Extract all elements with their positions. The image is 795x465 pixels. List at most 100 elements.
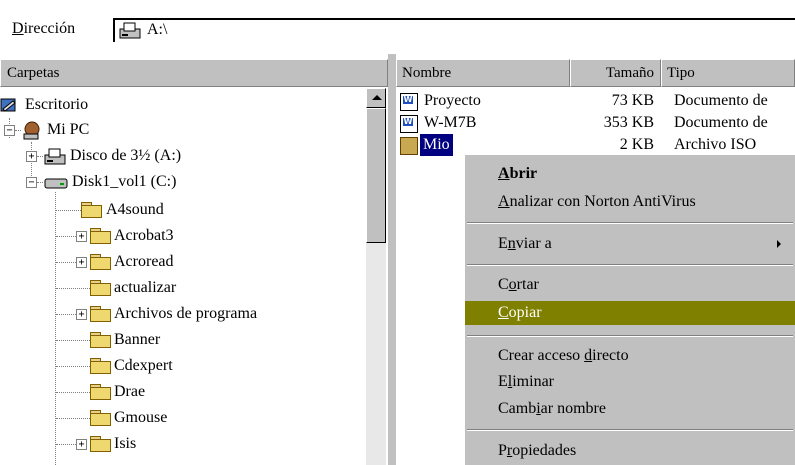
arrow-up-icon xyxy=(372,95,382,100)
tree-item-label: Disco de 3½ (A:) xyxy=(70,147,182,164)
menu-separator xyxy=(467,429,793,431)
tree-item-banner[interactable]: Banner xyxy=(0,328,366,352)
file-size: 353 KB xyxy=(603,114,654,131)
tree-item-isis[interactable]: + Isis xyxy=(0,432,366,456)
folder-icon xyxy=(90,410,111,426)
submenu-arrow-icon xyxy=(777,240,781,248)
tree-item-label: Escritorio xyxy=(25,96,89,113)
tree-line xyxy=(56,444,76,445)
menu-separator xyxy=(467,264,793,266)
tree-item-cdexpert[interactable]: Cdexpert xyxy=(0,354,366,378)
tree-line xyxy=(37,156,43,157)
menu-item-propiedades[interactable]: Propiedades xyxy=(465,439,795,463)
scroll-up-button[interactable] xyxy=(366,88,386,108)
my-computer-icon xyxy=(23,121,40,140)
tree-line xyxy=(56,210,81,211)
tree-line xyxy=(56,288,90,289)
pane-splitter[interactable] xyxy=(388,54,396,465)
folder-icon xyxy=(90,358,111,374)
tree-line xyxy=(56,392,90,393)
menu-item-cortar[interactable]: Cortar xyxy=(465,273,795,297)
file-row-proyecto[interactable]: W Proyecto 73 KB Documento de xyxy=(396,90,795,112)
word-document-icon: W xyxy=(400,115,418,133)
tree-item-a4sound[interactable]: A4sound xyxy=(0,198,366,222)
folder-icon xyxy=(90,306,111,322)
file-type: Documento de xyxy=(674,92,768,109)
tree-item-label: A4sound xyxy=(106,201,164,218)
tree-item-gmouse[interactable]: Gmouse xyxy=(0,406,366,430)
expand-icon[interactable]: + xyxy=(76,439,87,450)
tree-item-disco-a[interactable]: + Disco de 3½ (A:) xyxy=(0,144,366,168)
collapse-icon[interactable]: − xyxy=(4,125,15,136)
expand-icon[interactable]: + xyxy=(76,309,87,320)
tree-item-disk-c[interactable]: − Disk1_vol1 (C:) xyxy=(0,170,366,194)
word-document-icon: W xyxy=(400,93,418,111)
folder-icon xyxy=(90,332,111,348)
tree-item-escritorio[interactable]: Escritorio xyxy=(0,93,366,117)
tree-line xyxy=(56,314,76,315)
tree-item-label: Acroread xyxy=(114,253,174,270)
file-name: Mio xyxy=(420,134,453,156)
address-label: Dirección xyxy=(12,20,76,37)
menu-item-eliminar[interactable]: Eliminar xyxy=(465,370,795,394)
expand-icon[interactable]: + xyxy=(76,231,87,242)
expand-icon[interactable]: + xyxy=(26,151,37,162)
tree-item-label: Acrobat3 xyxy=(114,227,174,244)
tree-scrollbar[interactable] xyxy=(366,88,386,465)
menu-item-crear-acceso-directo[interactable]: Crear acceso directo xyxy=(465,344,795,368)
folder-icon xyxy=(90,228,111,244)
folders-header: Carpetas xyxy=(0,59,388,87)
tree-item-label: Archivos de programa xyxy=(114,305,258,322)
menu-item-enviar-a[interactable]: Enviar a xyxy=(465,232,795,256)
tree-item-acroread[interactable]: + Acroread xyxy=(0,250,366,274)
tree-line xyxy=(56,418,90,419)
collapse-icon[interactable]: − xyxy=(26,177,37,188)
file-type: Archivo ISO xyxy=(674,136,757,153)
menu-item-copiar[interactable]: Copiar xyxy=(465,301,795,325)
address-bar: Dirección A:\ xyxy=(0,0,795,54)
tree-line xyxy=(37,182,43,183)
menu-item-analizar-norton[interactable]: Analizar con Norton AntiVirus xyxy=(465,190,795,214)
tree-item-mi-pc[interactable]: − Mi PC xyxy=(0,118,366,142)
address-path: A:\ xyxy=(147,21,168,38)
tree-item-label: Banner xyxy=(114,331,161,348)
file-row-mio[interactable]: Mio 2 KB Archivo ISO xyxy=(396,134,795,156)
hard-drive-icon xyxy=(44,178,68,189)
folder-tree: Escritorio − Mi PC + Disco de 3½ (A:) − … xyxy=(0,88,366,465)
tree-item-label: Isis xyxy=(114,435,137,452)
floppy-drive-icon xyxy=(119,22,141,39)
tree-item-label: Mi PC xyxy=(47,121,90,138)
file-size: 73 KB xyxy=(611,92,654,109)
tree-line xyxy=(56,366,90,367)
file-name: W-M7B xyxy=(424,114,477,131)
folder-icon xyxy=(90,384,111,400)
menu-item-abrir[interactable]: Abrir xyxy=(465,162,795,186)
file-size: 2 KB xyxy=(619,136,654,153)
column-header-name[interactable]: Nombre xyxy=(396,59,570,87)
column-headers: Nombre Tamaño Tipo xyxy=(396,59,795,87)
context-menu: Abrir Analizar con Norton AntiVirus Envi… xyxy=(464,154,795,465)
tree-item-acrobat3[interactable]: + Acrobat3 xyxy=(0,224,366,248)
file-type: Documento de xyxy=(674,114,768,131)
tree-item-label: Disk1_vol1 (C:) xyxy=(72,173,177,190)
tree-item-label: actualizar xyxy=(114,279,177,296)
tree-line xyxy=(56,236,76,237)
file-row-w-m7b[interactable]: W W-M7B 353 KB Documento de xyxy=(396,112,795,134)
tree-item-actualizar[interactable]: actualizar xyxy=(0,276,366,300)
tree-line xyxy=(56,262,76,263)
tree-item-drae[interactable]: Drae xyxy=(0,380,366,404)
expand-icon[interactable]: + xyxy=(76,257,87,268)
tree-item-label: Cdexpert xyxy=(114,357,173,374)
column-header-size[interactable]: Tamaño xyxy=(570,59,661,87)
tree-item-label: Gmouse xyxy=(114,409,168,426)
tree-line xyxy=(56,340,90,341)
folder-icon xyxy=(90,280,111,296)
address-field[interactable]: A:\ xyxy=(113,18,795,42)
column-header-type[interactable]: Tipo xyxy=(661,59,795,87)
folder-icon xyxy=(81,202,102,218)
iso-file-icon xyxy=(400,137,418,155)
tree-item-label: Drae xyxy=(114,383,146,400)
scroll-thumb[interactable] xyxy=(366,108,386,243)
menu-item-cambiar-nombre[interactable]: Cambiar nombre xyxy=(465,397,795,421)
tree-item-archivos-de-programa[interactable]: + Archivos de programa xyxy=(0,302,366,326)
